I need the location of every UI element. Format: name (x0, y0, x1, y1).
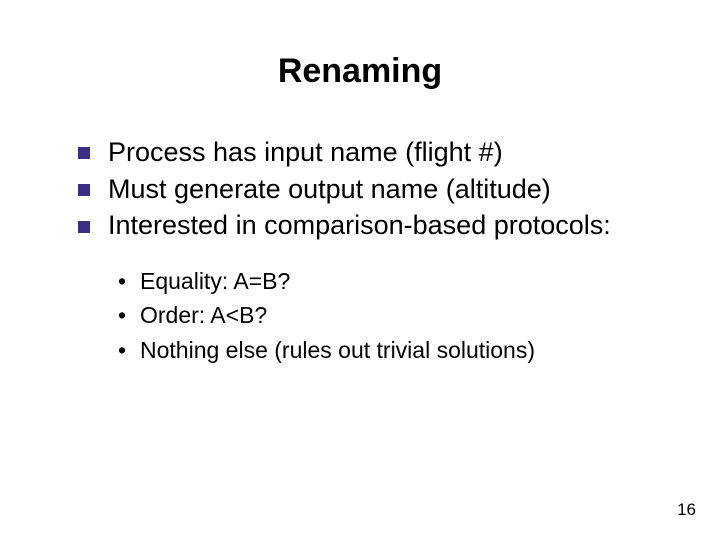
sub-bullet-text: Equality: A=B? (140, 268, 290, 294)
sub-bullet-item: Nothing else (rules out trivial solution… (118, 334, 650, 367)
bullet-text: Must generate output name (altitude) (108, 174, 551, 204)
sub-bullet-text: Order: A<B? (140, 302, 267, 328)
bullet-text: Process has input name (flight #) (108, 137, 503, 167)
bullet-item: Interested in comparison-based protocols… (78, 208, 650, 243)
sub-bullet-item: Order: A<B? (118, 299, 650, 332)
square-bullet-icon (78, 184, 90, 196)
sub-bullet-item: Equality: A=B? (118, 265, 650, 298)
sub-bullet-list: Equality: A=B? Order: A<B? Nothing else … (70, 265, 650, 367)
main-bullet-list: Process has input name (flight #) Must g… (70, 135, 650, 243)
bullet-text: Interested in comparison-based protocols… (108, 210, 611, 240)
slide-title: Renaming (70, 52, 650, 91)
square-bullet-icon (78, 221, 90, 233)
square-bullet-icon (78, 147, 90, 159)
bullet-item: Process has input name (flight #) (78, 135, 650, 170)
slide: Renaming Process has input name (flight … (0, 0, 720, 540)
bullet-item: Must generate output name (altitude) (78, 172, 650, 207)
page-number: 16 (677, 500, 696, 520)
sub-bullet-text: Nothing else (rules out trivial solution… (140, 337, 535, 363)
